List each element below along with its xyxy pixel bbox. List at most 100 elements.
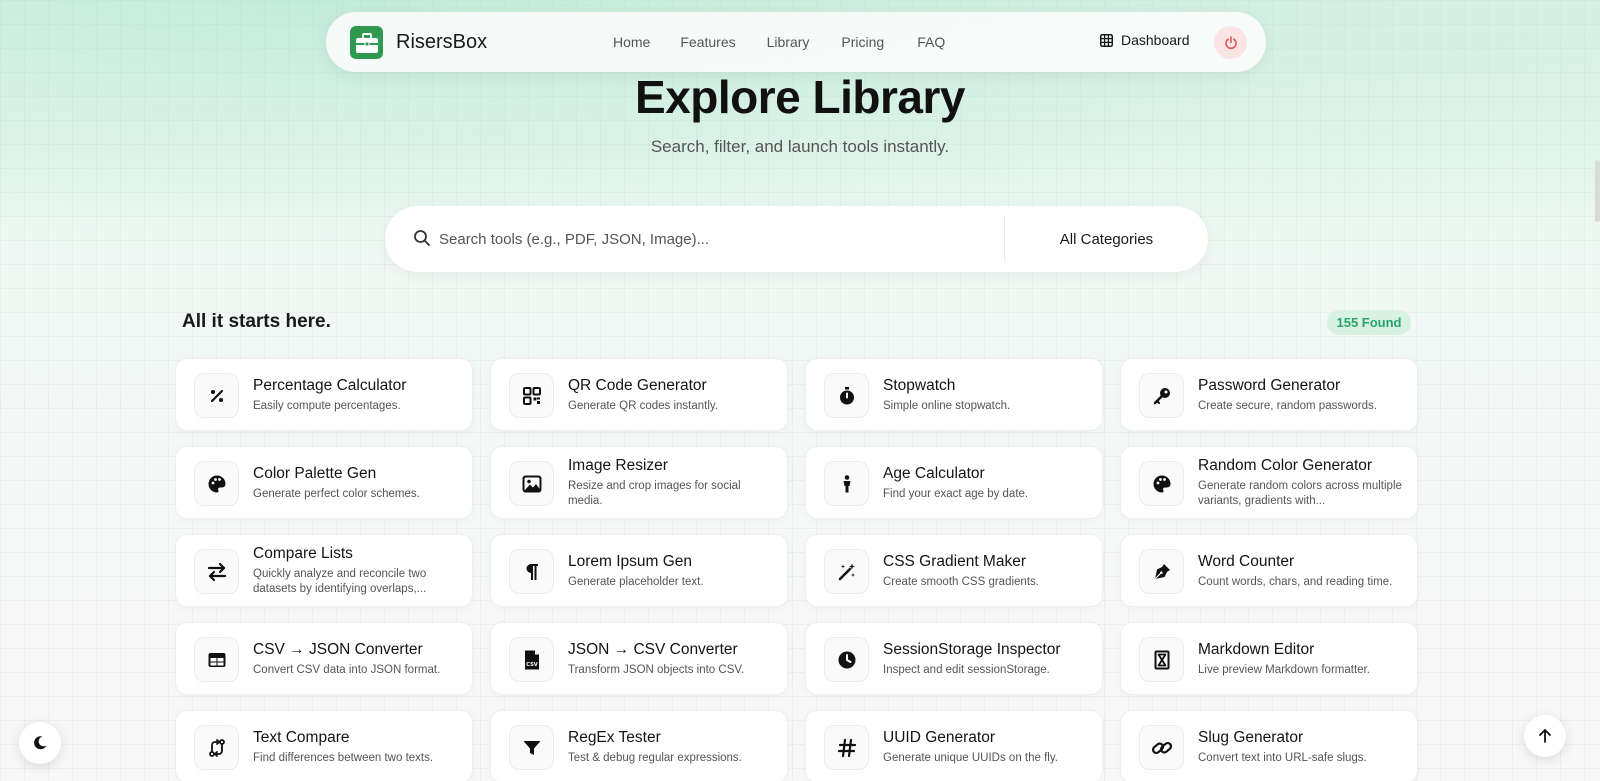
arrow-up-icon	[1539, 729, 1551, 743]
tool-name: Stopwatch	[883, 376, 956, 394]
tool-card[interactable]: Random Color Generator Generate random co…	[1120, 446, 1418, 519]
tool-card-text: QR Code Generator Generate QR codes insta…	[568, 359, 775, 430]
tool-card[interactable]: Word Counter Count words, chars, and read…	[1120, 534, 1418, 607]
tool-card[interactable]: Password Generator Create secure, random …	[1120, 358, 1418, 431]
tool-name: Color Palette Gen	[253, 464, 377, 482]
tool-card[interactable]: Image Resizer Resize and crop images for …	[490, 446, 788, 519]
power-icon[interactable]	[1214, 26, 1247, 59]
table-icon	[194, 637, 239, 682]
tool-name: SessionStorage Inspector	[883, 640, 1061, 658]
tool-description: Quickly analyze and reconcile two datase…	[253, 568, 427, 595]
tool-card-text: SessionStorage Inspector Inspect and edit…	[883, 623, 1090, 694]
tool-description: Convert text into URL-safe slugs.	[1198, 751, 1367, 764]
tool-name: Percentage Calculator	[253, 376, 407, 394]
tool-name: CSV → JSON Converter	[253, 640, 423, 658]
stopwatch-icon	[824, 373, 869, 418]
csv-file-icon: CSV	[509, 637, 554, 682]
scrollbar-thumb[interactable]	[1595, 160, 1600, 222]
tool-description: Generate random colors across multiple v…	[1198, 480, 1402, 507]
theme-toggle-button[interactable]	[19, 722, 61, 764]
image-icon	[509, 461, 554, 506]
tool-card[interactable]: CSV JSON → CSV Converter Transform JSON ob…	[490, 622, 788, 695]
tool-name: Slug Generator	[1198, 728, 1304, 746]
tool-name: Text Compare	[253, 728, 350, 746]
dashboard-button[interactable]: Dashboard	[1100, 32, 1190, 48]
tool-card-text: Color Palette Gen Generate perfect color …	[253, 447, 460, 518]
key-icon	[1139, 373, 1184, 418]
search-bar: All Categories	[385, 206, 1208, 272]
pen-nib-icon	[1139, 549, 1184, 594]
grid-table-icon	[1100, 33, 1113, 47]
tool-card[interactable]: CSV → JSON Converter Convert CSV data int…	[175, 622, 473, 695]
palette-icon	[194, 461, 239, 506]
tool-card[interactable]: SessionStorage Inspector Inspect and edit…	[805, 622, 1103, 695]
tool-name: Word Counter	[1198, 552, 1295, 570]
compare-icon	[194, 725, 239, 770]
tool-card[interactable]: Text Compare Find differences between two…	[175, 710, 473, 781]
tool-description: Convert CSV data into JSON format.	[253, 663, 441, 676]
tool-card[interactable]: Compare Lists Quickly analyze and reconci…	[175, 534, 473, 607]
palette-icon	[1139, 461, 1184, 506]
tool-card[interactable]: Slug Generator Convert text into URL-safe…	[1120, 710, 1418, 781]
swap-arrows-icon	[194, 549, 239, 594]
toolbox-icon[interactable]	[350, 26, 383, 59]
back-to-top-button[interactable]	[1524, 715, 1566, 757]
tool-card[interactable]: Percentage Calculator Easily compute perc…	[175, 358, 473, 431]
tool-description: Create secure, random passwords.	[1198, 399, 1377, 412]
tool-description: Count words, chars, and reading time.	[1198, 575, 1393, 588]
tool-card-text: CSV → JSON Converter Convert CSV data int…	[253, 623, 460, 694]
tool-card[interactable]: UUID Generator Generate unique UUIDs on t…	[805, 710, 1103, 781]
tool-name: UUID Generator	[883, 728, 995, 746]
tool-card-text: UUID Generator Generate unique UUIDs on t…	[883, 711, 1090, 781]
navbar: RisersBox Home Features Library Pricing …	[326, 12, 1266, 72]
tool-description: Generate unique UUIDs on the fly.	[883, 751, 1058, 764]
tool-card-text: Compare Lists Quickly analyze and reconci…	[253, 535, 460, 606]
tool-card-text: RegEx Tester Test & debug regular express…	[568, 711, 775, 781]
tool-card[interactable]: Markdown Editor Live preview Markdown for…	[1120, 622, 1418, 695]
tool-card[interactable]: RegEx Tester Test & debug regular express…	[490, 710, 788, 781]
tool-name: JSON → CSV Converter	[568, 640, 738, 658]
nav-link-features[interactable]: Features	[680, 34, 735, 50]
nav-link-home[interactable]: Home	[613, 34, 650, 50]
tool-card-text: Lorem Ipsum Gen Generate placeholder text…	[568, 535, 775, 606]
dashboard-label: Dashboard	[1121, 32, 1190, 48]
nav-link-library[interactable]: Library	[767, 34, 810, 50]
tool-grid: Percentage Calculator Easily compute perc…	[175, 358, 1418, 781]
magic-wand-icon	[824, 549, 869, 594]
search-input[interactable]	[439, 224, 979, 254]
tool-card-text: JSON → CSV Converter Transform JSON objec…	[568, 623, 775, 694]
page-subtitle: Search, filter, and launch tools instant…	[650, 137, 950, 156]
tool-name: Image Resizer	[568, 457, 668, 474]
tool-card[interactable]: Age Calculator Find your exact age by dat…	[805, 446, 1103, 519]
tool-description: Generate QR codes instantly.	[568, 399, 718, 412]
tool-description: Simple online stopwatch.	[883, 399, 1011, 412]
nav-link-faq[interactable]: FAQ	[917, 34, 945, 50]
tool-card[interactable]: Color Palette Gen Generate perfect color …	[175, 446, 473, 519]
tool-card[interactable]: Stopwatch Simple online stopwatch.	[805, 358, 1103, 431]
tool-name: RegEx Tester	[568, 728, 661, 746]
tool-description: Generate perfect color schemes.	[253, 487, 420, 500]
hourglass-icon	[1139, 637, 1184, 682]
svg-text:CSV: CSV	[526, 662, 538, 668]
tool-card[interactable]: Lorem Ipsum Gen Generate placeholder text…	[490, 534, 788, 607]
tool-card[interactable]: CSS Gradient Maker Create smooth CSS grad…	[805, 534, 1103, 607]
tool-name: CSS Gradient Maker	[883, 552, 1026, 570]
nav-link-pricing[interactable]: Pricing	[841, 34, 884, 50]
tool-card-text: Markdown Editor Live preview Markdown for…	[1198, 623, 1405, 694]
nav-links: Home Features Library Pricing FAQ	[613, 34, 945, 50]
pilcrow-icon	[509, 549, 554, 594]
section-title: All it starts here.	[182, 311, 331, 332]
tool-card-text: Word Counter Count words, chars, and read…	[1198, 535, 1405, 606]
tool-name: Markdown Editor	[1198, 640, 1315, 658]
tool-description: Live preview Markdown formatter.	[1198, 663, 1370, 676]
category-select[interactable]: All Categories	[1005, 206, 1208, 272]
tool-description: Inspect and edit sessionStorage.	[883, 663, 1050, 676]
tool-name: Age Calculator	[883, 464, 985, 482]
brand-name[interactable]: RisersBox	[396, 31, 487, 54]
tool-card[interactable]: QR Code Generator Generate QR codes insta…	[490, 358, 788, 431]
tool-description: Find your exact age by date.	[883, 487, 1029, 500]
clock-icon	[824, 637, 869, 682]
person-icon	[824, 461, 869, 506]
tool-name: Random Color Generator	[1198, 457, 1373, 474]
tool-card-text: Percentage Calculator Easily compute perc…	[253, 359, 460, 430]
